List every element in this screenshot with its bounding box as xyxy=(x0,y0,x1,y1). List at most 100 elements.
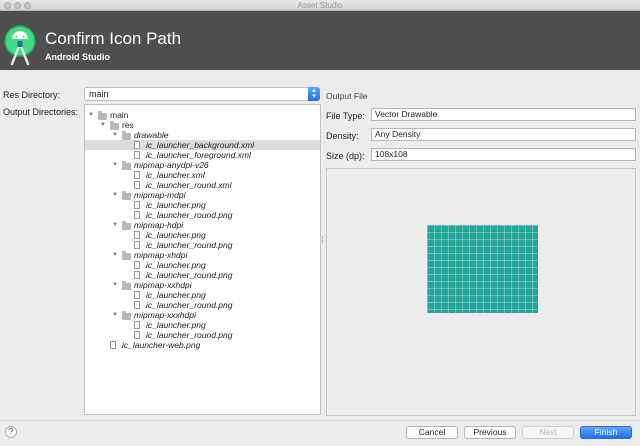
previous-button[interactable]: Previous xyxy=(464,426,516,439)
expand-arrow-icon[interactable]: ▼ xyxy=(112,160,118,170)
folder-icon xyxy=(122,131,131,140)
tree-item-label: mipmap-hdpi xyxy=(134,220,184,230)
tree-folder-row[interactable]: ▼ mipmap-mdpi xyxy=(85,190,320,200)
select-stepper-icon[interactable]: ▴ ▾ xyxy=(308,87,320,101)
file-icon xyxy=(134,271,140,279)
folder-icon xyxy=(110,121,119,130)
tree-folder-row[interactable]: ▼ res xyxy=(85,120,320,130)
tree-file-row[interactable]: ic_launcher-web.png xyxy=(85,340,320,350)
tree-item-label: main xyxy=(110,110,129,120)
tree-item-label: ic_launcher.png xyxy=(146,290,206,300)
file-icon xyxy=(134,201,140,209)
size-field[interactable]: 108x108 xyxy=(371,148,636,161)
tree-item-label: ic_launcher.xml xyxy=(146,170,205,180)
splitter-grip-icon xyxy=(322,236,324,243)
tree-item-label: drawable xyxy=(134,130,169,140)
tree-item-label: ic_launcher_round.xml xyxy=(146,180,232,190)
tree-file-row[interactable]: ic_launcher.png xyxy=(85,290,320,300)
tree-item-label: res xyxy=(122,120,134,130)
tree-file-row[interactable]: ic_launcher.png xyxy=(85,320,320,330)
res-directory-select[interactable]: main ▴ ▾ xyxy=(84,87,320,101)
help-button[interactable]: ? xyxy=(5,426,17,438)
file-icon xyxy=(134,261,140,269)
expand-arrow-icon[interactable]: ▼ xyxy=(112,280,118,290)
icon-preview-image xyxy=(427,225,538,313)
folder-icon xyxy=(122,251,131,260)
expand-arrow-icon[interactable]: ▼ xyxy=(112,250,118,260)
tree-folder-row[interactable]: ▼ main xyxy=(85,110,320,120)
footer-divider xyxy=(0,420,640,421)
tree-file-row[interactable]: ic_launcher_background.xml xyxy=(85,140,320,150)
expand-arrow-icon[interactable]: ▼ xyxy=(112,220,118,230)
tree-file-row[interactable]: ic_launcher_round.png xyxy=(85,240,320,250)
tree-folder-row[interactable]: ▼ mipmap-xhdpi xyxy=(85,250,320,260)
file-type-field[interactable]: Vector Drawable xyxy=(371,108,636,121)
tree-file-row[interactable]: ic_launcher_round.xml xyxy=(85,180,320,190)
finish-button[interactable]: Finish xyxy=(580,426,632,439)
page-title: Confirm Icon Path xyxy=(45,29,182,48)
size-label: Size (dp): xyxy=(326,151,365,161)
android-studio-logo-icon xyxy=(4,25,36,66)
tree-folder-row[interactable]: ▼ drawable xyxy=(85,130,320,140)
expand-arrow-icon[interactable]: ▼ xyxy=(100,120,106,130)
tree-file-row[interactable]: ic_launcher_foreground.xml xyxy=(85,150,320,160)
tree-file-row[interactable]: ic_launcher.png xyxy=(85,200,320,210)
tree-item-label: ic_launcher_round.png xyxy=(146,330,233,340)
tree-item-label: mipmap-xhdpi xyxy=(134,250,188,260)
tree-folder-row[interactable]: ▼ mipmap-xxhdpi xyxy=(85,280,320,290)
tree-item-label: ic_launcher_round.png xyxy=(146,240,233,250)
file-icon xyxy=(134,211,140,219)
folder-icon xyxy=(122,221,131,230)
icon-preview-panel xyxy=(326,168,636,416)
output-directories-tree[interactable]: ▼ main ▼ res ▼ drawable ic_launcher_background… xyxy=(84,104,321,415)
folder-icon xyxy=(122,311,131,320)
res-directory-label: Res Directory: xyxy=(3,90,61,100)
folder-icon xyxy=(122,161,131,170)
tree-item-label: ic_launcher_round.png xyxy=(146,270,233,280)
expand-arrow-icon[interactable]: ▼ xyxy=(112,130,118,140)
expand-arrow-icon[interactable]: ▼ xyxy=(88,110,94,120)
folder-icon xyxy=(98,111,107,120)
tree-item-label: ic_launcher_round.png xyxy=(146,210,233,220)
file-icon xyxy=(134,141,140,149)
tree-item-label: mipmap-xxhdpi xyxy=(134,280,192,290)
page-subtitle: Android Studio xyxy=(45,52,110,62)
tree-folder-row[interactable]: ▼ mipmap-xxxhdpi xyxy=(85,310,320,320)
tree-item-label: ic_launcher.png xyxy=(146,320,206,330)
tree-file-row[interactable]: ic_launcher.xml xyxy=(85,170,320,180)
file-icon xyxy=(134,231,140,239)
tree-file-row[interactable]: ic_launcher_round.png xyxy=(85,270,320,280)
tree-item-label: ic_launcher.png xyxy=(146,200,206,210)
tree-file-row[interactable]: ic_launcher.png xyxy=(85,230,320,240)
res-directory-value: main xyxy=(89,89,109,99)
tree-file-row[interactable]: ic_launcher_round.png xyxy=(85,330,320,340)
window-titlebar: Asset Studio xyxy=(0,0,640,11)
expand-arrow-icon[interactable]: ▼ xyxy=(112,190,118,200)
tree-item-label: mipmap-xxxhdpi xyxy=(134,310,196,320)
expand-arrow-icon[interactable]: ▼ xyxy=(112,310,118,320)
cancel-button[interactable]: Cancel xyxy=(406,426,458,439)
next-button[interactable]: Next xyxy=(522,426,574,439)
folder-icon xyxy=(122,281,131,290)
tree-folder-row[interactable]: ▼ mipmap-hdpi xyxy=(85,220,320,230)
tree-item-label: ic_launcher-web.png xyxy=(122,340,201,350)
tree-item-label: ic_launcher.png xyxy=(146,260,206,270)
file-icon xyxy=(134,301,140,309)
density-field[interactable]: Any Density xyxy=(371,128,636,141)
file-type-label: File Type: xyxy=(326,111,365,121)
window-title: Asset Studio xyxy=(297,1,343,10)
file-icon xyxy=(110,341,116,349)
tree-item-label: mipmap-mdpi xyxy=(134,190,186,200)
density-label: Density: xyxy=(326,131,359,141)
tree-file-row[interactable]: ic_launcher_round.png xyxy=(85,210,320,220)
tree-item-label: ic_launcher.png xyxy=(146,230,206,240)
tree-file-row[interactable]: ic_launcher.png xyxy=(85,260,320,270)
file-icon xyxy=(134,241,140,249)
tree-file-row[interactable]: ic_launcher_round.png xyxy=(85,300,320,310)
file-icon xyxy=(134,291,140,299)
tree-folder-row[interactable]: ▼ mipmap-anydpi-v26 xyxy=(85,160,320,170)
wizard-header: Confirm Icon Path Android Studio xyxy=(0,11,640,70)
file-icon xyxy=(134,321,140,329)
file-icon xyxy=(134,151,140,159)
tree-item-label: ic_launcher_round.png xyxy=(146,300,233,310)
